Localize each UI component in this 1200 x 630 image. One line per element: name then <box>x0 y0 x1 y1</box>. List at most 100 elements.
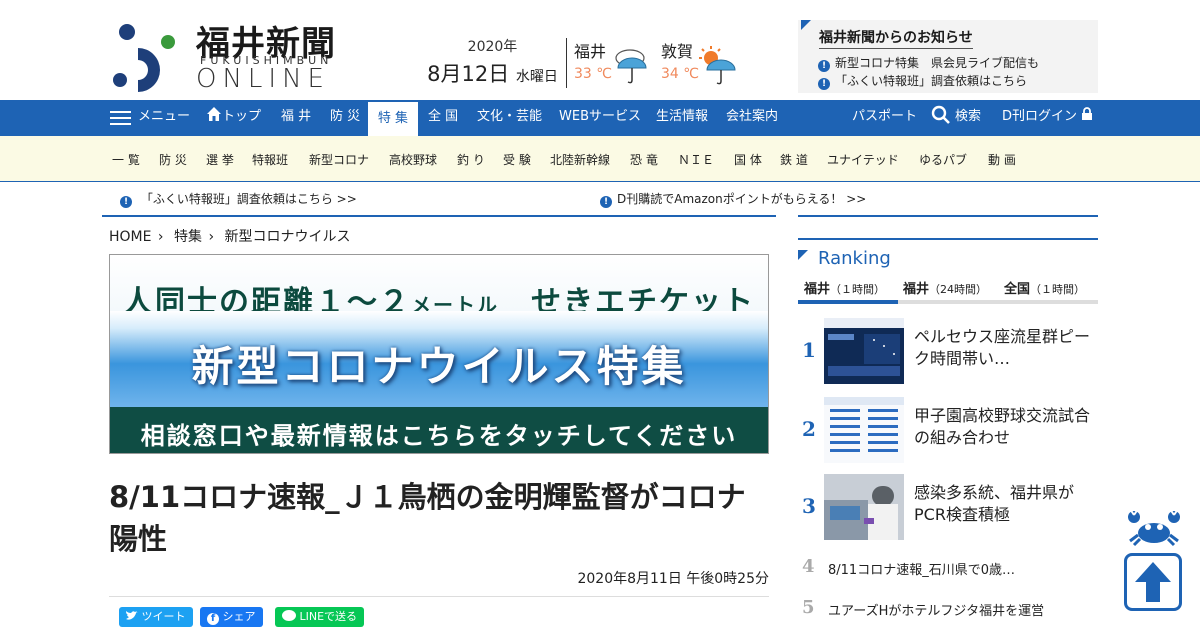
nav-item-tokushu[interactable]: 特 集 <box>368 102 418 138</box>
weather-divider <box>566 38 567 88</box>
facebook-icon: f <box>207 613 219 625</box>
ranking-item[interactable]: 3 感染多系統、福井県がPCR検査積極 <box>798 474 1098 540</box>
ranking-thumbnail <box>824 474 904 540</box>
ranking-item-title: ユアーズHがホテルフジタ福井を運営 <box>828 604 1045 619</box>
site-logo[interactable]: 福井新聞 FUKUISHIMBUN ONLINE <box>110 18 355 94</box>
chevron-right-icon: › <box>153 229 164 245</box>
nav-item-company[interactable]: 会社案内 <box>726 100 778 136</box>
ranking-number: 2 <box>802 417 816 441</box>
subnav-item-list[interactable]: 一 覧 <box>112 151 140 168</box>
ranking-item[interactable]: 2 甲子園高校野球交流試合の組み合わせ <box>798 397 1098 463</box>
site-header: 福井新聞 FUKUISHIMBUN ONLINE 2020年 8月12日 水曜日… <box>0 0 1200 100</box>
info-icon: ! <box>818 78 830 90</box>
share-divider <box>109 596 769 597</box>
subnav-item-corona[interactable]: 新型コロナ <box>309 151 369 168</box>
line-icon <box>282 610 296 621</box>
ranking-thumbnail <box>824 397 904 463</box>
subnav-item-bousai[interactable]: 防 災 <box>159 151 187 168</box>
ranking-number: 4 <box>802 556 815 577</box>
notice-box: 福井新聞からのお知らせ ! 新型コロナ特集 県会見ライブ配信も ! 「ふくい特報班」… <box>798 20 1098 93</box>
subnav-item-nie[interactable]: ＮＩＥ <box>678 151 714 168</box>
nav-item-zenkoku[interactable]: 全 国 <box>428 100 458 136</box>
article-headline: 8/11コロナ速報_Ｊ１鳥栖の金明輝監督がコロナ陽性 <box>109 480 746 556</box>
logo-online: ONLINE <box>196 64 330 94</box>
date-year: 2020年 <box>467 39 518 55</box>
subnav-item-exam[interactable]: 受 験 <box>503 151 531 168</box>
subnav-item-dinosaur[interactable]: 恐 竜 <box>630 151 658 168</box>
subnav-item-baseball[interactable]: 高校野球 <box>389 151 437 168</box>
twitter-icon <box>126 611 138 620</box>
sidebar-divider <box>798 215 1098 217</box>
main-nav: メニュー トップ 福 井 防 災 特 集 全 国 文化・芸能 WEBサービス 生… <box>0 100 1200 138</box>
corona-special-banner[interactable]: 人同士の距離１～２メートル せきエチケット 新型コロナウイルス特集 相談窓口や最… <box>109 254 769 454</box>
notice-item[interactable]: ! 「ふくい特報班」調査依頼はこちら <box>818 72 1027 90</box>
breadcrumb-corona[interactable]: 新型コロナウイルス <box>225 229 351 245</box>
ranking-tab-fukui-24h[interactable]: 福井（24時間） <box>903 278 987 297</box>
logo-mark-icon <box>113 24 175 92</box>
weather-tsuruga[interactable]: 敦賀 34 ℃ <box>661 38 741 85</box>
search-icon <box>931 105 950 124</box>
ranking-number: 3 <box>802 494 816 518</box>
subnav-item-yurupub[interactable]: ゆるパブ <box>919 151 967 168</box>
tweet-button[interactable]: ツイート <box>119 607 193 627</box>
ranking-item-title: 甲子園高校野球交流試合の組み合わせ <box>914 406 1091 447</box>
subnav-item-shinkansen[interactable]: 北陸新幹線 <box>550 151 610 168</box>
nav-item-bousai[interactable]: 防 災 <box>330 100 360 136</box>
date-main: 8月12日 水曜日 <box>427 62 558 86</box>
nav-item-web-service[interactable]: WEBサービス <box>559 100 641 136</box>
nav-item-fukui[interactable]: 福 井 <box>281 100 311 136</box>
info-icon: ! <box>818 60 830 72</box>
ranking-tab-bar <box>798 300 1098 304</box>
info-icon: ! <box>120 196 132 208</box>
subnav-item-fishing[interactable]: 釣 り <box>457 151 485 168</box>
sub-nav: 一 覧 防 災 選 挙 特報班 新型コロナ 高校野球 釣 り 受 験 北陸新幹線… <box>0 136 1200 182</box>
ranking-corner <box>798 250 808 260</box>
search-button[interactable]: 検索 <box>931 100 981 136</box>
ranking-item[interactable]: 1 ペルセウス座流星群ピーク時間帯い… <box>798 318 1098 384</box>
ranking-number: 5 <box>802 597 815 618</box>
notice-item[interactable]: ! 新型コロナ特集 県会見ライブ配信も <box>818 54 1039 72</box>
breadcrumb: HOME › 特集 › 新型コロナウイルス <box>109 226 351 246</box>
banner-line-3: 相談窓口や最新情報はこちらをタッチしてください <box>110 407 768 453</box>
notice-title: 福井新聞からのお知らせ <box>819 27 973 49</box>
banner-line-1: 人同士の距離１～２メートル せきエチケット <box>110 255 768 320</box>
ticker-item[interactable]: ! 「ふくい特報班」調査依頼はこちら >> <box>120 190 357 208</box>
main-divider <box>102 215 776 217</box>
crab-mascot-icon <box>1128 508 1180 547</box>
weather-fukui[interactable]: 福井 33 ℃ <box>574 38 654 84</box>
facebook-share-button[interactable]: f シェア <box>200 607 263 627</box>
subnav-item-railway[interactable]: 鉄 道 <box>780 151 808 168</box>
sun-umbrella-icon <box>699 46 736 85</box>
nav-item-life[interactable]: 生活情報 <box>656 100 708 136</box>
menu-button[interactable]: メニュー <box>138 100 190 136</box>
subnav-item-tokuhouhan[interactable]: 特報班 <box>252 151 288 168</box>
hamburger-icon[interactable] <box>110 111 131 126</box>
ranking-top-border <box>798 238 1098 240</box>
date-weekday: 水曜日 <box>515 69 558 85</box>
breadcrumb-home[interactable]: HOME <box>109 229 151 245</box>
notice-corner <box>801 20 811 30</box>
login-button[interactable]: D刊ログイン <box>1002 100 1093 136</box>
chevron-right-icon: › <box>204 229 215 245</box>
ranking-item-title: ペルセウス座流星群ピーク時間帯い… <box>914 327 1091 368</box>
ranking-item[interactable]: 5 ユアーズHがホテルフジタ福井を運営 <box>798 597 1098 621</box>
ticker-item[interactable]: ! D刊購読でAmazonポイントがもらえる！ >> <box>600 190 866 208</box>
subnav-item-election[interactable]: 選 挙 <box>206 151 234 168</box>
date-display: 2020年 8月12日 水曜日 <box>425 36 560 88</box>
back-to-top-button[interactable] <box>1124 553 1182 611</box>
line-share-button[interactable]: LINEで送る <box>275 607 365 627</box>
ranking-item-title: 8/11コロナ速報_石川県で0歳… <box>828 563 1015 578</box>
ranking-thumbnail <box>824 318 904 384</box>
nav-item-culture[interactable]: 文化・芸能 <box>477 100 542 136</box>
ranking-item[interactable]: 4 8/11コロナ速報_石川県で0歳… <box>798 556 1098 580</box>
ranking-tab-fukui-1h[interactable]: 福井（１時間） <box>804 278 885 297</box>
ranking-tab-zenkoku-1h[interactable]: 全国（１時間） <box>1004 278 1085 297</box>
ranking-number: 1 <box>802 338 816 362</box>
subnav-item-kokutai[interactable]: 国 体 <box>734 151 762 168</box>
info-icon: ! <box>600 196 612 208</box>
nav-item-top[interactable]: トップ <box>206 100 261 136</box>
breadcrumb-tokushu[interactable]: 特集 <box>174 229 202 245</box>
passport-link[interactable]: パスポート <box>852 100 917 136</box>
subnav-item-video[interactable]: 動 画 <box>988 151 1016 168</box>
subnav-item-united[interactable]: ユナイテッド <box>827 151 899 168</box>
